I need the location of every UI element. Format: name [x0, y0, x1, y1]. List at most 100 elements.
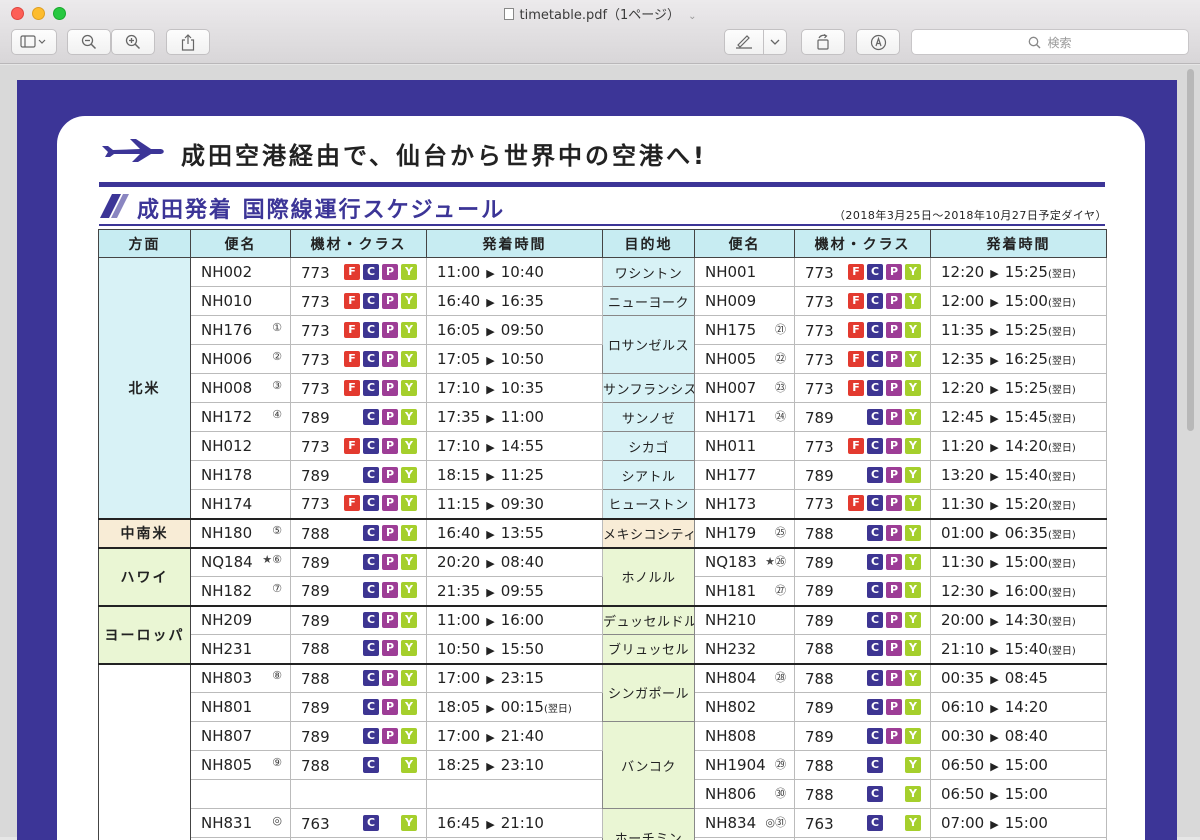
aircraft-class-cell: 773FCPY: [795, 258, 931, 287]
arrival-time: 14:30: [1005, 611, 1048, 629]
arrival-time: 15:20: [1005, 495, 1048, 513]
schedule-cell: 17:00▶21:40: [427, 722, 603, 751]
sidebar-toggle-button[interactable]: [11, 29, 57, 55]
class-p-badge: P: [886, 322, 902, 338]
aircraft-type: 789: [301, 728, 343, 746]
class-p-badge: P: [382, 670, 398, 686]
class-y-badge: Y: [905, 640, 921, 656]
zoom-in-button[interactable]: [111, 29, 155, 55]
cabin-classes: CPY: [847, 639, 921, 657]
class-y-badge: Y: [401, 409, 417, 425]
arrival-time: 10:50: [501, 350, 544, 368]
class-p-badge: P: [886, 554, 902, 570]
class-c-badge: C: [363, 757, 379, 773]
flight-mark: ㉔: [775, 408, 786, 424]
class-p-badge: P: [886, 351, 902, 367]
schedule-cell: 06:10▶14:20: [931, 693, 1107, 722]
class-p-badge: P: [382, 525, 398, 541]
flight-number-cell: NH172④: [191, 403, 291, 432]
arrow-right-icon: ▶: [486, 499, 494, 512]
departure-time: 11:35: [941, 321, 984, 339]
arrow-right-icon: ▶: [990, 760, 998, 773]
arrow-right-icon: ▶: [990, 499, 998, 512]
markup-pen-button[interactable]: [724, 29, 764, 55]
class-f-badge: F: [848, 380, 864, 396]
divider: [99, 224, 1105, 226]
flight-number: NH180: [201, 524, 252, 542]
aircraft-class-cell: 789CPY: [291, 693, 427, 722]
schedule-cell: 16:40▶16:35: [427, 287, 603, 316]
cabin-classes: CPY: [343, 408, 417, 426]
share-button[interactable]: [166, 29, 210, 55]
markup-dropdown-button[interactable]: [763, 29, 787, 55]
arrow-right-icon: ▶: [990, 586, 998, 599]
flight-mark: ④: [272, 408, 282, 421]
cabin-classes: CPY: [847, 727, 921, 745]
class-p-badge: P: [382, 264, 398, 280]
flight-number: NH171: [705, 408, 756, 426]
aircraft-class-cell: [291, 780, 427, 809]
class-c-badge: C: [363, 525, 379, 541]
arrival-time: 00:15: [501, 698, 544, 716]
arrival-time: 23:10: [501, 756, 544, 774]
aircraft-class-cell: 773FCPY: [291, 432, 427, 461]
flight-number-cell: NH006②: [191, 345, 291, 374]
departure-time: 16:40: [437, 524, 480, 542]
search-icon: [1028, 36, 1041, 49]
departure-time: 10:50: [437, 640, 480, 658]
flight-number: NH834: [705, 814, 756, 832]
flight-mark: ◎㉛: [765, 814, 786, 830]
flight-number: NH210: [705, 611, 756, 629]
class-p-badge: P: [382, 409, 398, 425]
departure-time: 06:10: [941, 698, 984, 716]
class-y-badge: Y: [905, 525, 921, 541]
class-c-badge: C: [363, 322, 379, 338]
schedule-cell: 12:45▶15:45(翌日): [931, 403, 1107, 432]
departure-time: 17:05: [437, 350, 480, 368]
schedule-cell: 10:50▶15:50: [427, 635, 603, 664]
class-y-badge: Y: [401, 815, 417, 831]
destination-cell: サンフランシスコ: [603, 374, 695, 403]
aircraft-class-cell: 773FCPY: [795, 287, 931, 316]
class-y-badge: Y: [401, 525, 417, 541]
table-row: 中南米NH180⑤788CPY16:40▶13:55メキシコシティNH179㉕7…: [99, 519, 1107, 548]
search-field[interactable]: 検索: [911, 29, 1189, 55]
zoom-out-button[interactable]: [67, 29, 111, 55]
region-cell: ハワイ: [99, 548, 191, 606]
aircraft-class-cell: 788CPY: [795, 519, 931, 548]
class-p-badge: P: [382, 728, 398, 744]
arrival-time: 23:15: [501, 669, 544, 687]
class-c-badge: C: [867, 525, 883, 541]
class-y-badge: Y: [401, 728, 417, 744]
class-y-badge: Y: [905, 757, 921, 773]
window-title[interactable]: timetable.pdf（1ページ）⌄: [0, 4, 1200, 23]
aircraft-type: 773: [805, 495, 847, 513]
vertical-scrollbar[interactable]: [1185, 65, 1197, 837]
pen-icon: [735, 35, 753, 49]
aircraft-class-cell: 788CPY: [795, 664, 931, 693]
next-day-note: (翌日): [1048, 298, 1076, 309]
aircraft-type: 773: [301, 438, 343, 456]
class-p-badge: P: [382, 554, 398, 570]
arrow-right-icon: ▶: [990, 470, 998, 483]
document-viewer[interactable]: 成田空港経由で、仙台から世界中の空港へ! 成田発着 国際線運行スケジュール （2…: [0, 65, 1200, 837]
flight-number: NH181: [705, 582, 756, 600]
next-day-note: (翌日): [1048, 559, 1076, 570]
class-y-badge: Y: [905, 409, 921, 425]
scrollbar-thumb[interactable]: [1187, 69, 1194, 431]
arrow-right-icon: ▶: [486, 528, 494, 541]
annotate-button[interactable]: [856, 29, 900, 55]
cabin-classes: CPY: [343, 611, 417, 629]
departure-time: 11:15: [437, 495, 480, 513]
flight-number-cell: NH180⑤: [191, 519, 291, 548]
class-c-badge: C: [867, 380, 883, 396]
arrival-time: 09:30: [501, 495, 544, 513]
class-y-badge: Y: [401, 495, 417, 511]
class-p-badge: P: [382, 640, 398, 656]
aircraft-type: 788: [301, 525, 343, 543]
table-row: NH803⑧788CPY17:00▶23:15シンガポールNH804㉘788CP…: [99, 664, 1107, 693]
departure-time: 12:20: [941, 263, 984, 281]
arrow-right-icon: ▶: [486, 760, 494, 773]
arrow-right-icon: ▶: [486, 818, 494, 831]
rotate-button[interactable]: [801, 29, 845, 55]
